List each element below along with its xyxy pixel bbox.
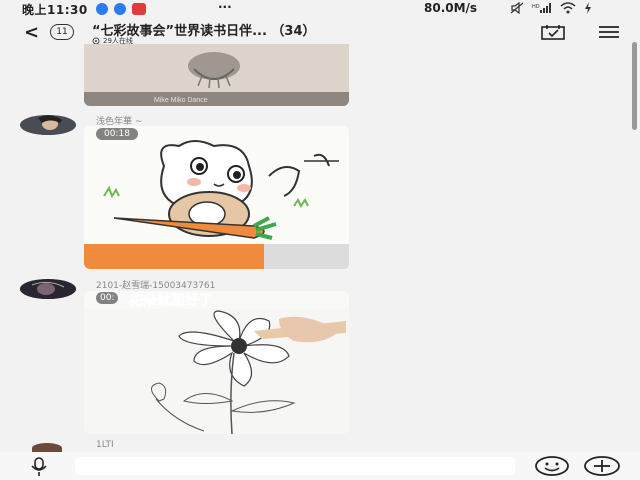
back-icon[interactable]: < xyxy=(24,22,39,43)
system-icons: HD xyxy=(510,2,592,14)
unread-count-badge[interactable]: 11 xyxy=(50,24,74,40)
message-video[interactable]: 花朵就画好了 xyxy=(84,291,349,434)
rabbit-drawing xyxy=(84,126,349,269)
message-input[interactable] xyxy=(75,457,515,475)
microphone-icon[interactable] xyxy=(28,457,50,477)
image-caption: Mike Miko Dance xyxy=(154,97,208,104)
emoji-icon[interactable] xyxy=(535,456,569,476)
avatar[interactable] xyxy=(20,279,76,299)
signal-hd-label: HD xyxy=(532,4,540,10)
network-speed: 80.0M/s xyxy=(424,1,478,15)
message-video[interactable] xyxy=(84,126,349,269)
wifi-icon xyxy=(560,2,576,14)
signal-icon: HD xyxy=(532,3,551,13)
app-notification-icon xyxy=(96,3,108,15)
chat-header: < 11 “七彩故事会”世界读书日伴... （34） 29人在线 xyxy=(0,18,640,46)
charging-icon xyxy=(585,2,591,14)
video-duration: 00:18 xyxy=(96,128,138,140)
avatar[interactable] xyxy=(20,115,76,135)
sender-name: 1LTI xyxy=(96,440,114,450)
message-image[interactable]: Mike Miko Dance xyxy=(84,44,349,106)
status-time: 晚上11:30 xyxy=(22,3,88,17)
scrollbar[interactable] xyxy=(632,42,637,130)
menu-icon[interactable] xyxy=(598,25,620,39)
flower-drawing: 花朵就画好了 xyxy=(84,291,349,434)
video-overlay-text: 花朵就画好了 xyxy=(129,292,213,309)
mute-icon xyxy=(510,2,524,14)
sketch-image: Mike Miko Dance xyxy=(84,44,349,106)
input-bar xyxy=(0,452,640,480)
status-bar: 晚上11:30 ··· 80.0M/s HD xyxy=(0,0,640,18)
video-duration: 00: xyxy=(96,292,119,304)
plus-icon[interactable] xyxy=(584,456,620,476)
sender-name: 2101-赵雪瑞-15003473761 xyxy=(96,281,216,291)
more-notifications: ··· xyxy=(218,0,232,14)
app-notification-icon xyxy=(114,3,126,15)
checklist-icon[interactable] xyxy=(541,24,565,40)
app-notification-icon xyxy=(132,3,146,15)
notification-icons xyxy=(96,3,146,15)
